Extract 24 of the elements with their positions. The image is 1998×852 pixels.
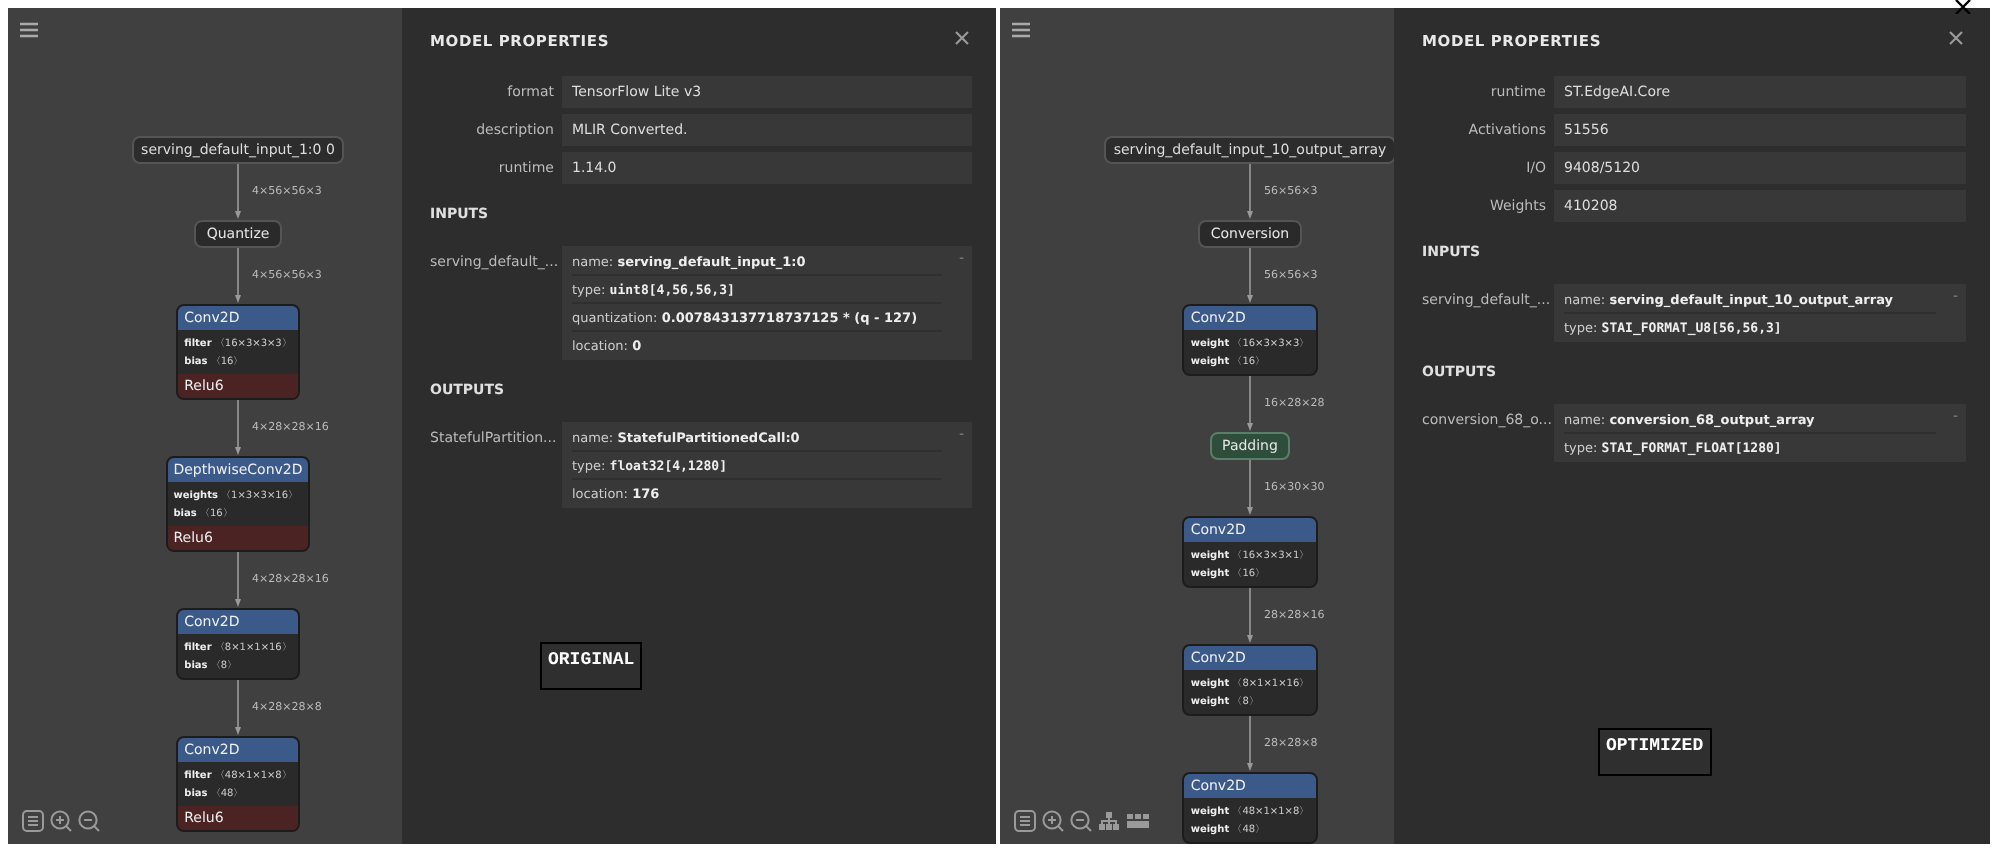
edge-arrow — [1244, 376, 1256, 432]
edge-arrow — [1244, 716, 1256, 772]
zoom-out-icon[interactable] — [78, 810, 100, 832]
edge-arrow — [1244, 588, 1256, 644]
grid-icon[interactable] — [1126, 810, 1150, 832]
edge-arrow — [232, 552, 244, 608]
edge-arrow — [232, 400, 244, 456]
zoom-out-icon[interactable] — [1070, 810, 1092, 832]
edge-arrow — [1244, 164, 1256, 220]
hierarchy-icon[interactable] — [1098, 810, 1120, 832]
zoom-in-icon[interactable] — [1042, 810, 1064, 832]
close-icon[interactable] — [1954, 0, 1972, 14]
caption-label: OPTIMIZED — [1598, 728, 1712, 776]
list-icon[interactable] — [22, 810, 44, 832]
edge-arrow — [1244, 460, 1256, 516]
caption-label: ORIGINAL — [540, 642, 643, 690]
edge-arrow — [1244, 248, 1256, 304]
edge-arrow — [232, 164, 244, 220]
list-icon[interactable] — [1014, 810, 1036, 832]
edge-arrow — [232, 248, 244, 304]
edge-arrow — [232, 680, 244, 736]
menu-icon[interactable] — [1012, 22, 1030, 38]
menu-icon[interactable] — [20, 22, 38, 38]
zoom-in-icon[interactable] — [50, 810, 72, 832]
